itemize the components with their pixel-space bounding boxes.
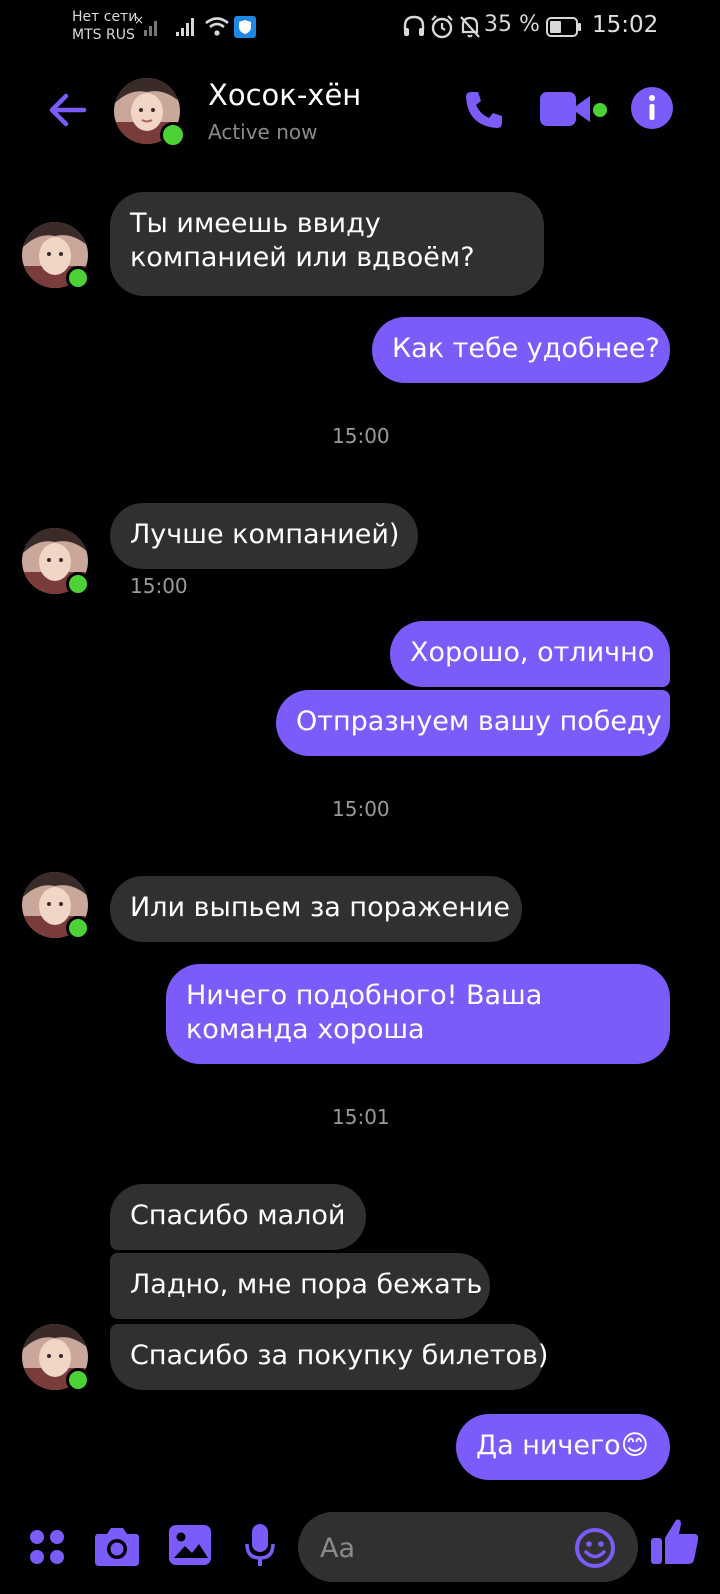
time-separator: 15:00 bbox=[332, 797, 390, 821]
message-line: Ничего подобного! Ваша bbox=[186, 980, 543, 1011]
alarm-icon bbox=[431, 15, 453, 39]
outgoing-message[interactable]: Ничего подобного! Ваша команда хороша bbox=[166, 964, 670, 1064]
incoming-message[interactable]: Лучше компанией) bbox=[110, 503, 418, 569]
carrier-name: MTS RUS bbox=[72, 27, 135, 43]
headphones-icon bbox=[403, 15, 425, 36]
vpn-shield-icon bbox=[234, 16, 256, 38]
video-camera-icon[interactable] bbox=[540, 88, 610, 132]
phone-icon[interactable] bbox=[462, 88, 506, 132]
emoji-icon[interactable] bbox=[574, 1527, 616, 1569]
carrier-no-network: Нет сети bbox=[72, 9, 138, 25]
message-line: команда хороша bbox=[186, 1014, 425, 1045]
carrier-info: Нет сети MTS RUS bbox=[72, 8, 137, 44]
camera-icon[interactable] bbox=[94, 1524, 140, 1568]
gallery-icon[interactable] bbox=[168, 1524, 212, 1566]
microphone-icon[interactable] bbox=[244, 1522, 276, 1570]
incoming-message[interactable]: Спасибо малой bbox=[110, 1184, 366, 1250]
message-input-wrap bbox=[298, 1512, 638, 1584]
battery-icon bbox=[546, 17, 581, 37]
outgoing-message[interactable]: Да ничего😊 bbox=[456, 1414, 670, 1480]
status-bar: Нет сети MTS RUS × 35 % 15:02 bbox=[0, 0, 720, 56]
svg-text:×: × bbox=[134, 14, 144, 27]
incoming-message[interactable]: Ладно, мне пора бежать bbox=[110, 1253, 490, 1319]
thumbs-up-icon[interactable] bbox=[650, 1516, 700, 1566]
info-icon[interactable] bbox=[630, 86, 674, 130]
outgoing-message[interactable]: Отпразнуем вашу победу bbox=[276, 690, 670, 756]
message-input[interactable] bbox=[318, 1512, 562, 1584]
incoming-message[interactable]: Или выпьем за поражение bbox=[110, 876, 522, 942]
chat-header: Хосок-хён Active now bbox=[0, 70, 720, 150]
online-indicator bbox=[66, 266, 90, 290]
time-separator: 15:01 bbox=[332, 1105, 390, 1129]
message-composer bbox=[0, 1486, 720, 1586]
contact-name[interactable]: Хосок-хён bbox=[208, 78, 361, 112]
signal-1-icon: × bbox=[134, 14, 157, 36]
battery-percent: 35 % bbox=[484, 12, 540, 37]
outgoing-message[interactable]: Как тебе удобнее? bbox=[372, 317, 670, 383]
incoming-message[interactable]: Спасибо за покупку билетов) bbox=[110, 1324, 548, 1390]
message-line: компанией или вдвоём? bbox=[130, 242, 475, 273]
contact-status: Active now bbox=[208, 120, 318, 144]
status-time: 15:02 bbox=[592, 12, 659, 38]
message-time: 15:00 bbox=[130, 574, 188, 598]
online-indicator bbox=[66, 572, 90, 596]
incoming-message[interactable]: Ты имеешь ввиду компанией или вдвоём? bbox=[110, 192, 544, 296]
outgoing-message[interactable]: Хорошо, отлично bbox=[390, 621, 670, 687]
time-separator: 15:00 bbox=[332, 424, 390, 448]
online-indicator bbox=[66, 916, 90, 940]
online-indicator bbox=[160, 122, 186, 148]
apps-icon[interactable] bbox=[28, 1528, 66, 1566]
back-arrow-icon[interactable] bbox=[44, 86, 92, 134]
online-indicator bbox=[66, 1368, 90, 1392]
signal-2-icon bbox=[176, 18, 194, 36]
mute-bell-icon bbox=[460, 16, 480, 38]
wifi-icon bbox=[205, 17, 229, 36]
message-line: Ты имеешь ввиду bbox=[130, 208, 381, 239]
